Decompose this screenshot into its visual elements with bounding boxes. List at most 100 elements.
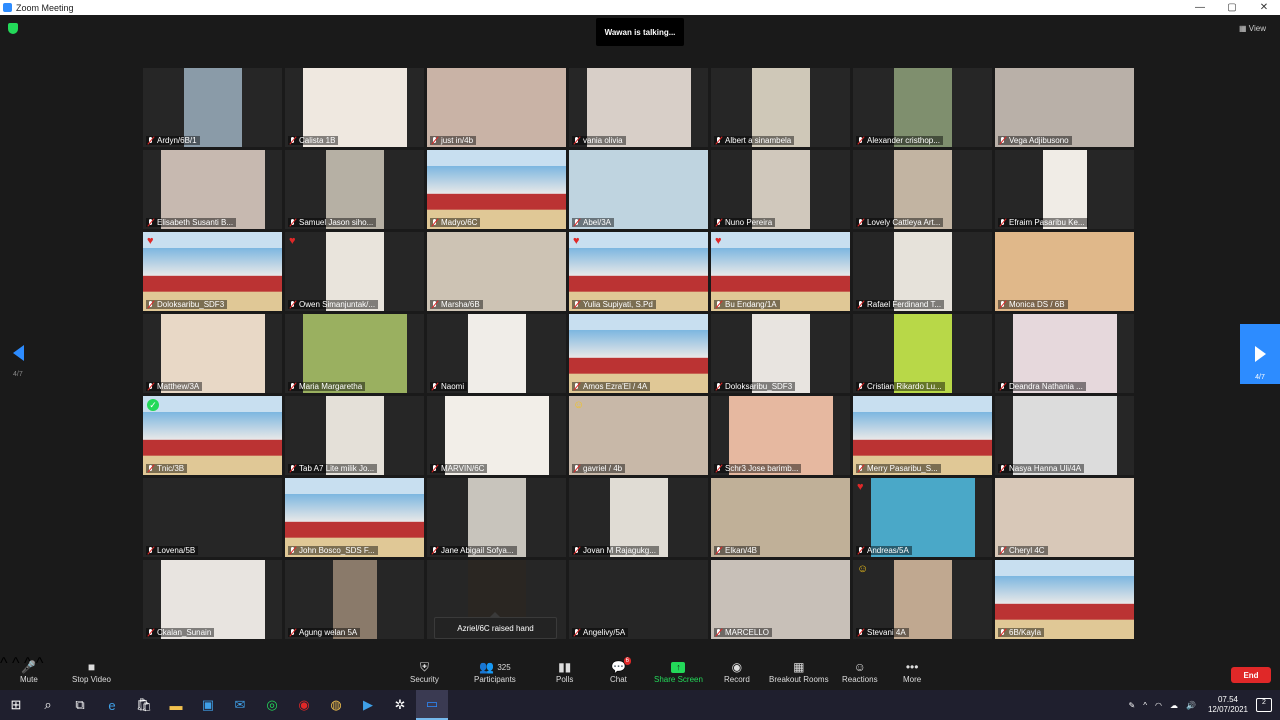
muted-mic-icon [715,300,722,309]
zoom-taskbar-icon[interactable]: ▭ [416,690,448,720]
participant-tile[interactable]: Efraim Pasaribu Ke... [995,150,1134,229]
record-app-icon[interactable]: ◉ [288,690,320,720]
reactions-button[interactable]: ☺ Reactions [842,659,878,684]
next-page-button[interactable]: 4/7 [1240,324,1280,384]
previous-page-icon[interactable] [13,345,24,361]
participant-tile[interactable]: Marsha/6B [427,232,566,311]
whatsapp-icon[interactable]: ◎ [256,690,288,720]
record-button[interactable]: ◉ Record [724,659,750,684]
more-button[interactable]: ••• More [903,659,921,684]
participant-tile[interactable]: Samuel Jason siho... [285,150,424,229]
stop-video-button[interactable]: ■ Stop Video [72,659,111,684]
participant-tile[interactable]: Naomi [427,314,566,393]
task-view-icon[interactable]: ⧉ [64,690,96,720]
participant-tile[interactable]: Abel/3A [569,150,708,229]
search-icon[interactable]: ⌕ [32,690,64,720]
participant-tile[interactable]: Jane Abigail Sofya... [427,478,566,557]
photos-icon[interactable]: ▣ [192,690,224,720]
participant-tile[interactable]: 6B/Kayla [995,560,1134,639]
close-button[interactable]: ✕ [1248,2,1280,13]
participant-name-label: Rafael Ferdinand T... [856,300,945,309]
end-meeting-button[interactable]: End [1231,667,1271,683]
windows-start-icon[interactable]: ⊞ [0,690,32,720]
participant-tile[interactable]: ✓ Tnic/3B [143,396,282,475]
volume-icon[interactable]: 🔊 [1186,701,1196,710]
participant-tile[interactable]: ♥ Bu Endang/1A [711,232,850,311]
store-icon[interactable]: 🛍 [128,690,160,720]
notification-center-icon[interactable]: 2 [1256,698,1272,712]
participant-tile[interactable]: MARCELLO [711,560,850,639]
record-icon: ◉ [731,660,743,674]
participant-name-label: Elisabeth Susanti B... [146,218,237,227]
chat-button[interactable]: 💬 6 Chat [610,657,631,684]
polls-button[interactable]: ▮▮ Polls [556,659,573,684]
participant-tile[interactable]: Schr3 Jose barimb... [711,396,850,475]
security-button[interactable]: ⛨ Security [410,659,439,685]
participant-name: John Bosco_SDS F... [299,546,375,555]
muted-mic-icon [573,464,580,473]
participant-tile[interactable]: ♥ Doloksaribu_SDF3 [143,232,282,311]
participant-tile[interactable]: Angelivy/5A [569,560,708,639]
participant-tile[interactable]: Agung welan 5A [285,560,424,639]
muted-mic-icon [857,464,864,473]
mute-button[interactable]: 🎤 Mute [20,659,38,684]
participant-tile[interactable]: ♥ Yulia Supiyati, S.Pd [569,232,708,311]
participant-tile[interactable]: Matthew/3A [143,314,282,393]
participant-tile[interactable]: ☺ gavriel / 4b [569,396,708,475]
chrome-icon[interactable]: ◍ [320,690,352,720]
participant-tile[interactable]: ♥ Andreas/5A [853,478,992,557]
network-icon[interactable]: ◠ [1155,701,1162,710]
share-screen-button[interactable]: ↑ Share Screen [654,659,703,684]
participant-tile[interactable]: ♥ Owen Simanjuntak/... [285,232,424,311]
participant-tile[interactable]: Deandra Nathania ... [995,314,1134,393]
edge-browser-icon[interactable]: e [96,690,128,720]
tray-chevron-icon[interactable]: ^ [1143,701,1147,710]
view-button[interactable]: ▦ View [1239,24,1266,33]
app-arrow-icon[interactable]: ▶ [352,690,384,720]
participant-tile[interactable]: Ckalan_Sunain [143,560,282,639]
participant-name: Tab A7 Lite milik Jo... [299,464,375,473]
participant-tile[interactable]: vania olivia [569,68,708,147]
maximize-button[interactable]: ▢ [1216,2,1248,13]
participant-tile[interactable]: Ardyn/6B/1 [143,68,282,147]
participant-tile[interactable]: Merry Pasaribu_S... [853,396,992,475]
steering-app-icon[interactable]: ✲ [384,690,416,720]
participant-tile[interactable]: Amos Ezra'El / 4A [569,314,708,393]
participant-tile[interactable]: Nasya Hanna Uli/4A [995,396,1134,475]
file-explorer-icon[interactable]: ▬ [160,690,192,720]
video-options-caret-icon[interactable]: ^ [12,655,20,672]
participant-tile[interactable]: Lovely Cattleya Art... [853,150,992,229]
participant-tile[interactable]: Vega Adjibusono [995,68,1134,147]
participant-tile[interactable]: Elkan/4B [711,478,850,557]
participant-tile[interactable]: Cristian Rikardo Lu... [853,314,992,393]
minimize-button[interactable]: — [1184,2,1216,13]
participant-tile[interactable]: John Bosco_SDS F... [285,478,424,557]
participant-tile[interactable]: Albert a sinambela [711,68,850,147]
participant-tile[interactable]: Alexander cristhop... [853,68,992,147]
mail-icon[interactable]: ✉ [224,690,256,720]
participant-tile[interactable]: Tab A7 Lite milik Jo... [285,396,424,475]
participant-name-label: Cristian Rikardo Lu... [856,382,945,391]
cloud-icon[interactable]: ☁ [1170,701,1178,710]
participant-tile[interactable]: Madyo/6C [427,150,566,229]
participant-tile[interactable]: Doloksaribu_SDF3 [711,314,850,393]
participant-tile[interactable]: Rafael Ferdinand T... [853,232,992,311]
participant-tile[interactable]: Elisabeth Susanti B... [143,150,282,229]
participant-tile[interactable]: just in/4b [427,68,566,147]
breakout-rooms-button[interactable]: ▦ Breakout Rooms [769,659,829,684]
participant-tile[interactable]: ☺ Stevani 4A [853,560,992,639]
participant-tile[interactable]: MARVIN/6C [427,396,566,475]
participants-button[interactable]: 👥 325 Participants [474,659,516,684]
camera-icon: ■ [87,660,96,674]
taskbar-clock[interactable]: 07.54 12/07/2021 [1208,695,1248,715]
participant-tile[interactable]: Nuno Pereira [711,150,850,229]
pen-icon[interactable]: ✎ [1129,701,1136,710]
participant-tile[interactable]: Maria Margaretha [285,314,424,393]
participant-tile[interactable]: Jovan M Rajagukg... [569,478,708,557]
participant-tile[interactable]: Cheryl 4C [995,478,1134,557]
encryption-shield-icon[interactable] [8,23,18,34]
participant-tile[interactable]: Lovena/5B [143,478,282,557]
participant-tile[interactable]: Calista 1B [285,68,424,147]
audio-options-caret-icon[interactable]: ^ [0,655,8,672]
participant-tile[interactable]: Monica DS / 6B [995,232,1134,311]
